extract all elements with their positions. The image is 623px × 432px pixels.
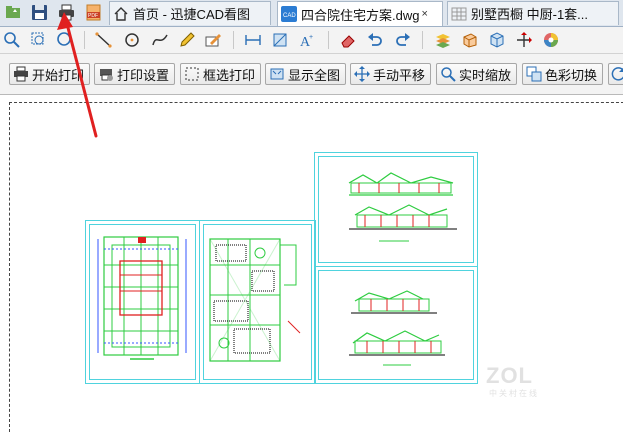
button-label: 开始打印 (32, 67, 85, 83)
button-label: 框选打印 (203, 67, 256, 83)
overflow-button[interactable] (608, 63, 623, 85)
select-box-icon (185, 67, 199, 81)
print-settings-icon (100, 69, 113, 81)
svg-text:PDF: PDF (88, 13, 98, 19)
sheet-frame (89, 224, 196, 380)
tab-label: 首页 - 迅捷CAD看图 (133, 7, 251, 22)
zoom-icon (441, 67, 456, 82)
elevation-drawing (348, 172, 457, 242)
redo-icon[interactable] (394, 31, 412, 49)
text-tool-icon[interactable]: A+ (298, 31, 316, 49)
print-toolbar: 开始打印 打印设置 框选打印 显示全图 手动平移 实时缩放 色彩切换 (0, 54, 623, 95)
pdf-export-icon[interactable]: PDF (84, 3, 103, 22)
button-label: 打印设置 (117, 67, 170, 83)
svg-text:+: + (309, 34, 313, 41)
button-label: 色彩切换 (545, 67, 598, 83)
tab-other-drawing[interactable]: 别墅西橱 中厨-1套... (447, 1, 619, 25)
start-print-button[interactable]: 开始打印 (9, 63, 91, 85)
floor-plan-drawing (97, 236, 187, 360)
watermark-brand: ZOL (486, 363, 533, 388)
move-axes-icon[interactable] (515, 31, 533, 49)
color-switch-icon (526, 66, 542, 82)
toolbar-divider (422, 31, 423, 49)
print-icon[interactable] (57, 3, 76, 22)
box-select-print-button[interactable]: 框选打印 (180, 63, 262, 85)
site-plan-drawing (209, 238, 301, 362)
print-settings-button[interactable]: 打印设置 (94, 63, 176, 85)
drawing-sheet (85, 220, 200, 384)
tab-home[interactable]: 首页 - 迅捷CAD看图 (109, 1, 271, 25)
circle-tool-icon[interactable] (123, 31, 141, 49)
layers-icon[interactable] (434, 31, 452, 49)
save-icon[interactable] (30, 3, 49, 22)
realtime-zoom-button[interactable]: 实时缩放 (436, 63, 518, 85)
fit-view-icon (270, 68, 284, 80)
pan-icon (354, 66, 370, 82)
grid-file-icon (451, 7, 467, 20)
watermark: ZOL 中关村在线 (486, 363, 546, 403)
drawing-canvas[interactable]: ZOL 中关村在线 (0, 95, 623, 432)
drawing-sheet (314, 152, 478, 267)
line-tool-icon[interactable] (95, 31, 113, 49)
tab-current-drawing[interactable]: CAD 四合院住宅方案.dwg × (277, 1, 443, 26)
drawing-sheet (199, 220, 316, 384)
section-drawing (349, 290, 445, 366)
dimension-icon[interactable] (244, 31, 262, 49)
tab-label: 四合院住宅方案.dwg (301, 7, 420, 23)
button-label: 手动平移 (373, 67, 426, 83)
fit-view-button[interactable]: 显示全图 (265, 63, 347, 85)
toolbar-divider (84, 31, 85, 49)
button-label: 显示全图 (288, 67, 341, 83)
svg-text:CAD: CAD (283, 13, 296, 19)
color-switch-button[interactable]: 色彩切换 (522, 63, 604, 85)
printer-icon (14, 66, 28, 82)
cad-file-icon: CAD (281, 6, 297, 22)
sheet-frame (318, 270, 474, 380)
cube-icon[interactable] (488, 31, 506, 49)
zoom-extents-icon[interactable] (56, 31, 74, 49)
zoom-box-icon[interactable] (30, 31, 48, 49)
manual-pan-button[interactable]: 手动平移 (350, 63, 432, 85)
sheet-frame (318, 156, 474, 263)
view-toolbar: A + (0, 27, 623, 54)
watermark-subtitle: 中关村在线 (489, 389, 539, 398)
home-icon (114, 6, 128, 21)
undo-icon[interactable] (366, 31, 384, 49)
color-wheel-icon[interactable] (542, 31, 560, 49)
eraser-icon[interactable] (339, 31, 357, 49)
toolbar-divider (328, 31, 329, 49)
3d-view-icon[interactable] (461, 31, 479, 49)
drawing-sheet (314, 266, 478, 384)
spline-tool-icon[interactable] (151, 31, 169, 49)
area-measure-icon[interactable] (271, 31, 289, 49)
zoom-window-icon[interactable] (3, 31, 21, 49)
open-folder-icon[interactable] (4, 3, 23, 22)
tab-bar: PDF 首页 - 迅捷CAD看图 CAD 四合院住宅方案.dwg × 别墅西橱 … (0, 0, 623, 27)
rotate-icon (611, 67, 623, 81)
button-label: 实时缩放 (459, 67, 512, 83)
close-icon[interactable]: × (421, 8, 427, 20)
pencil-tool-icon[interactable] (178, 31, 196, 49)
toolbar-divider (233, 31, 234, 49)
edit-text-icon[interactable] (204, 31, 222, 49)
sheet-frame (203, 224, 312, 380)
tab-label: 别墅西橱 中厨-1套... (471, 7, 589, 22)
